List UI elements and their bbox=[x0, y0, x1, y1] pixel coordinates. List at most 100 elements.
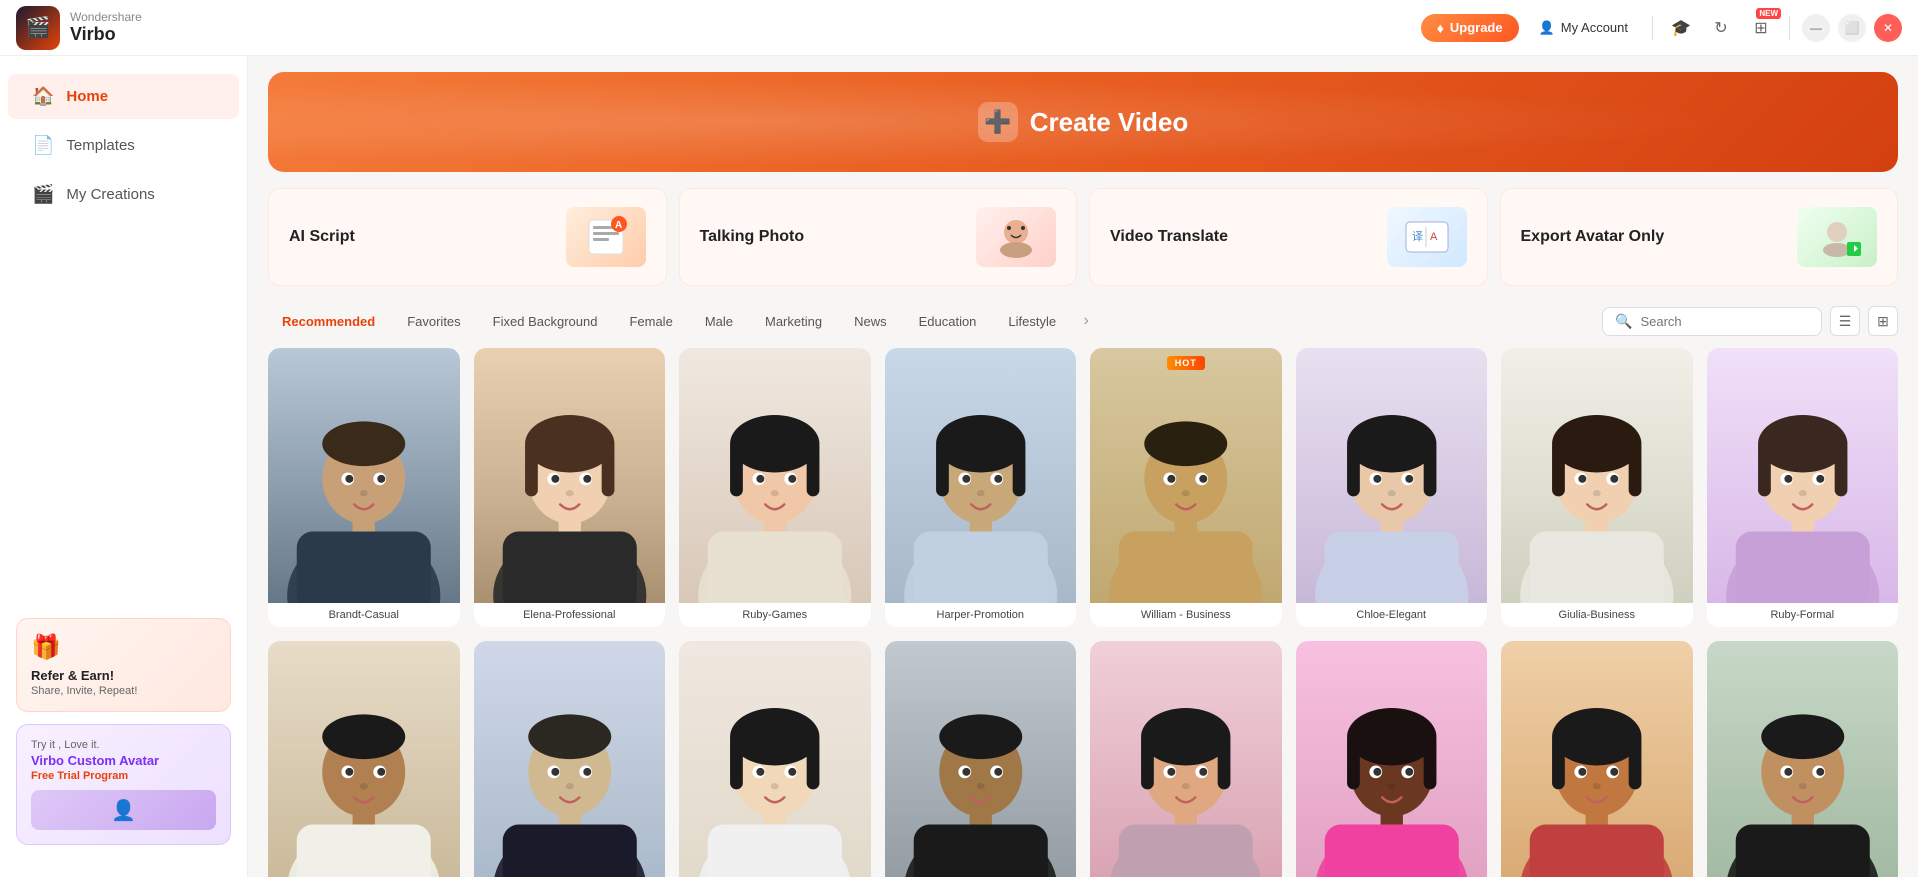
hot-badge: HOT bbox=[1167, 356, 1205, 370]
avatar-card-harper-n[interactable]: Harper - News Anchor bbox=[1090, 641, 1282, 877]
sidebar-item-creations-label: My Creations bbox=[66, 186, 154, 203]
promo-card-refer[interactable]: 🎁 Refer & Earn! Share, Invite, Repeat! bbox=[16, 618, 231, 712]
svg-text:A: A bbox=[615, 220, 622, 231]
tab-fixed-background[interactable]: Fixed Background bbox=[479, 308, 612, 335]
avatar-img-mina bbox=[679, 641, 871, 877]
account-button[interactable]: 👤 My Account bbox=[1527, 14, 1640, 42]
create-video-banner[interactable]: ➕ Create Video bbox=[268, 72, 1898, 172]
logo-area: 🎬 Wondershare Virbo bbox=[16, 6, 142, 50]
avatar-img-ruby-f bbox=[1707, 348, 1899, 603]
avatar-grid: Brandt-Casual bbox=[268, 348, 1898, 877]
learn-icon: 🎓 bbox=[1671, 18, 1691, 38]
avatar-card-arjun[interactable]: Arjun - Araber bbox=[268, 641, 460, 877]
feature-card-talking-photo[interactable]: Talking Photo bbox=[679, 188, 1078, 286]
templates-icon: 📄 bbox=[32, 135, 54, 156]
avatar-card-amara[interactable]: Amara - Traditional bbox=[1501, 641, 1693, 877]
avatar-name-elena: Elena-Professional bbox=[474, 603, 666, 627]
feature-card-export-avatar[interactable]: Export Avatar Only bbox=[1500, 188, 1899, 286]
sidebar-item-templates[interactable]: 📄 Templates bbox=[8, 123, 239, 168]
tab-lifestyle[interactable]: Lifestyle bbox=[994, 308, 1070, 335]
sidebar-item-creations[interactable]: 🎬 My Creations bbox=[8, 172, 239, 217]
help-button[interactable]: ↻ bbox=[1705, 12, 1737, 44]
avatar-card-ruby-g[interactable]: Ruby-Games bbox=[679, 348, 871, 627]
avatar-name-william: William - Business bbox=[1090, 603, 1282, 627]
search-icon: 🔍 bbox=[1615, 313, 1632, 330]
avatar-img-brandt bbox=[268, 348, 460, 603]
tab-favorites[interactable]: Favorites bbox=[393, 308, 474, 335]
apps-button[interactable]: ⊞ NEW bbox=[1745, 12, 1777, 44]
avatar-img-arjun bbox=[268, 641, 460, 877]
avatar-card-harper-p[interactable]: Harper-Promotion bbox=[885, 348, 1077, 627]
ai-script-title: AI Script bbox=[289, 228, 355, 246]
tab-female[interactable]: Female bbox=[615, 308, 686, 335]
promo-refer-title: Refer & Earn! bbox=[31, 668, 216, 683]
avatar-card-mina[interactable]: Mina - Hanfu bbox=[679, 641, 871, 877]
video-translate-image: 译A bbox=[1387, 207, 1467, 267]
avatar-card-john[interactable]: John-Marketer bbox=[885, 641, 1077, 877]
create-banner-content: ➕ Create Video bbox=[978, 102, 1188, 142]
avatar-img-ruby-g bbox=[679, 348, 871, 603]
export-avatar-title: Export Avatar Only bbox=[1521, 228, 1665, 246]
talking-photo-image bbox=[976, 207, 1056, 267]
avatar-name-ruby-f: Ruby-Formal bbox=[1707, 603, 1899, 627]
title-bar: 🎬 Wondershare Virbo ♦ Upgrade 👤 My Accou… bbox=[0, 0, 1918, 56]
maximize-button[interactable]: ⬜ bbox=[1838, 14, 1866, 42]
crown-icon: ♦ bbox=[1437, 20, 1444, 36]
avatar-card-gabriel[interactable]: Gabriel-Business bbox=[474, 641, 666, 877]
avatar-card-contee[interactable]: Contee-Leisure bbox=[1296, 641, 1488, 877]
tab-marketing[interactable]: Marketing bbox=[751, 308, 836, 335]
promo-card-avatar[interactable]: Try it , Love it. Virbo Custom Avatar Fr… bbox=[16, 724, 231, 845]
promo-avatar-preview: 👤 bbox=[31, 790, 216, 830]
tab-recommended[interactable]: Recommended bbox=[268, 308, 389, 335]
minimize-button[interactable]: — bbox=[1802, 14, 1830, 42]
sidebar-item-home-label: Home bbox=[66, 88, 108, 105]
tab-news[interactable]: News bbox=[840, 308, 901, 335]
avatar-name-ruby-g: Ruby-Games bbox=[679, 603, 871, 627]
avatar-img-john bbox=[885, 641, 1077, 877]
sidebar: 🏠 Home 📄 Templates 🎬 My Creations 🎁 Refe… bbox=[0, 56, 248, 877]
home-icon: 🏠 bbox=[32, 86, 54, 107]
create-video-label: Create Video bbox=[1030, 107, 1188, 138]
avatar-card-william[interactable]: HOT Wi bbox=[1090, 348, 1282, 627]
view-toggle-list[interactable]: ☰ bbox=[1830, 306, 1860, 336]
search-box: 🔍 bbox=[1602, 307, 1822, 336]
close-button[interactable]: ✕ bbox=[1874, 14, 1902, 42]
talking-photo-title: Talking Photo bbox=[700, 228, 805, 246]
view-toggle-grid[interactable]: ⊞ bbox=[1868, 306, 1898, 336]
promo-avatar-highlight: Free Trial Program bbox=[31, 770, 216, 782]
learn-button[interactable]: 🎓 bbox=[1665, 12, 1697, 44]
new-badge: NEW bbox=[1756, 8, 1781, 19]
sidebar-item-home[interactable]: 🏠 Home bbox=[8, 74, 239, 119]
tab-chevron-right[interactable]: › bbox=[1074, 309, 1098, 333]
avatar-name-harper-p: Harper-Promotion bbox=[885, 603, 1077, 627]
tab-education[interactable]: Education bbox=[905, 308, 991, 335]
logo-icon: 🎬 bbox=[16, 6, 60, 50]
avatar-name-brandt: Brandt-Casual bbox=[268, 603, 460, 627]
avatar-img-noppon bbox=[1707, 641, 1899, 877]
avatar-img-harper-p bbox=[885, 348, 1077, 603]
feature-cards-row: AI Script A Talking Photo Video Translat… bbox=[268, 188, 1898, 286]
avatar-img-william: HOT bbox=[1090, 348, 1282, 603]
avatar-card-giulia[interactable]: Giulia-Business bbox=[1501, 348, 1693, 627]
logo-text: Wondershare Virbo bbox=[70, 10, 142, 45]
brand-name: Wondershare bbox=[70, 10, 142, 24]
upgrade-button[interactable]: ♦ Upgrade bbox=[1421, 14, 1519, 42]
avatar-card-brandt[interactable]: Brandt-Casual bbox=[268, 348, 460, 627]
svg-text:A: A bbox=[1430, 231, 1438, 243]
create-icon: ➕ bbox=[978, 102, 1018, 142]
promo-refer-subtitle: Share, Invite, Repeat! bbox=[31, 685, 216, 697]
ai-script-image: A bbox=[566, 207, 646, 267]
avatar-img-contee bbox=[1296, 641, 1488, 877]
tab-male[interactable]: Male bbox=[691, 308, 747, 335]
avatar-name-giulia: Giulia-Business bbox=[1501, 603, 1693, 627]
feature-card-video-translate[interactable]: Video Translate 译A bbox=[1089, 188, 1488, 286]
avatar-card-ruby-f[interactable]: Ruby-Formal bbox=[1707, 348, 1899, 627]
search-input[interactable] bbox=[1640, 314, 1816, 329]
tab-row: Recommended Favorites Fixed Background F… bbox=[268, 306, 1898, 336]
content-area: ➕ Create Video AI Script A Talking Photo bbox=[248, 56, 1918, 877]
promo-avatar-brand: Virbo Custom Avatar bbox=[31, 753, 216, 768]
avatar-card-elena[interactable]: Elena-Professional bbox=[474, 348, 666, 627]
avatar-card-noppon[interactable]: Noppon - Fitness bbox=[1707, 641, 1899, 877]
feature-card-ai-script[interactable]: AI Script A bbox=[268, 188, 667, 286]
avatar-card-chloe[interactable]: Chloe-Elegant bbox=[1296, 348, 1488, 627]
